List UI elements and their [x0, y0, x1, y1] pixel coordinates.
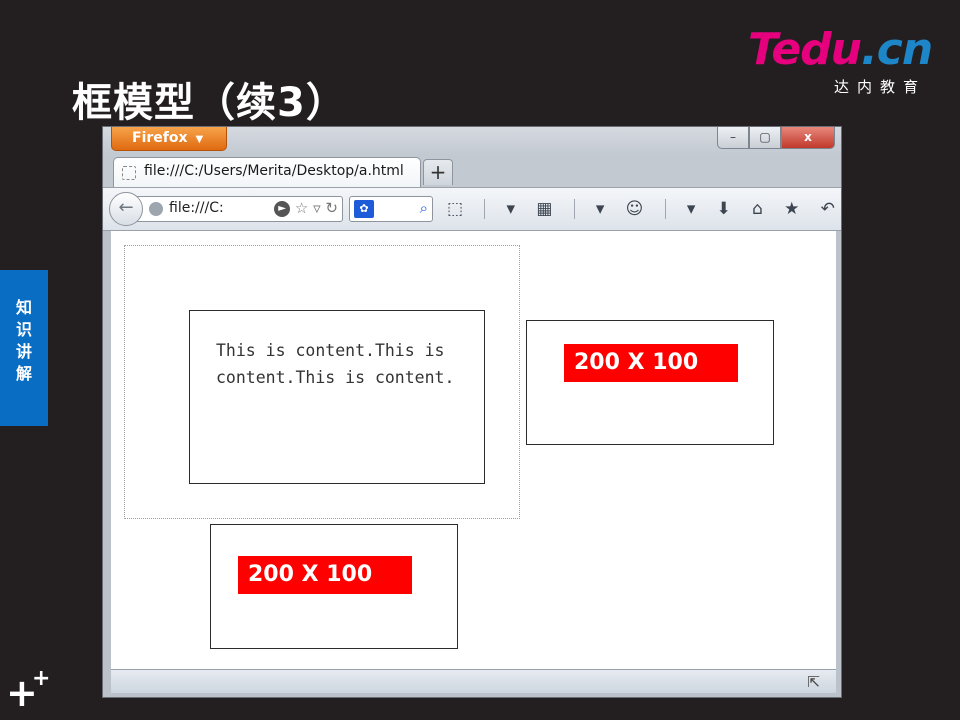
- navigation-toolbar: file:///C: ► ☆ ▿ ↻ ← ✿ ⌕ ⬚ ▾ ▦ ▾ ☺ ▾ ⬇ ⌂…: [103, 187, 841, 231]
- dropdown-arrow-icon[interactable]: ▿: [313, 199, 321, 217]
- addons-icon[interactable]: ▦: [536, 199, 552, 219]
- browser-window: Firefox ▼ – ▢ x file:///C:/Users/Merita/D…: [102, 126, 842, 698]
- separator: [664, 199, 666, 219]
- chevron-down-icon: ▼: [195, 134, 204, 145]
- side-tab-char: 讲: [15, 342, 32, 361]
- share-icon[interactable]: ⇱: [807, 673, 820, 691]
- baidu-paw-icon[interactable]: ✿: [354, 200, 374, 218]
- tab-title: file:///C:/Users/Merita/Desktop/a.html: [144, 163, 404, 179]
- dropdown-arrow-icon[interactable]: ▾: [507, 199, 516, 219]
- status-bar: ⇱: [111, 669, 836, 693]
- minimize-button[interactable]: –: [717, 127, 749, 149]
- star-icon[interactable]: ☆: [295, 199, 308, 217]
- back-button[interactable]: ←: [109, 192, 143, 226]
- search-icon[interactable]: ⌕: [420, 199, 428, 217]
- undo-icon[interactable]: ↶: [821, 199, 835, 219]
- side-tab-char: 识: [15, 320, 32, 339]
- sized-box-bottom: 200 X 100: [210, 524, 458, 649]
- dropdown-arrow-icon[interactable]: ▾: [596, 199, 605, 219]
- firefox-menu-label: Firefox: [132, 130, 188, 146]
- screenshot-icon[interactable]: ⬚: [447, 199, 463, 219]
- logo-brand: Tedu: [748, 24, 862, 75]
- content-box: This is content.This is content.This is …: [189, 310, 485, 484]
- url-bar[interactable]: file:///C: ► ☆ ▿ ↻: [137, 196, 343, 222]
- dropdown-arrow-icon[interactable]: ▾: [687, 199, 696, 219]
- sized-box-right: 200 X 100: [526, 320, 774, 445]
- size-label: 200 X 100: [238, 556, 412, 594]
- slide-title: 框模型（续3）: [72, 80, 347, 126]
- page-favicon-icon: [122, 166, 136, 180]
- toolbar-icons: ⬚ ▾ ▦ ▾ ☺ ▾ ⬇ ⌂ ★ ↶: [447, 196, 835, 222]
- firefox-menu-button[interactable]: Firefox ▼: [111, 127, 227, 151]
- separator: [484, 199, 486, 219]
- separator: [573, 199, 575, 219]
- tab-current[interactable]: file:///C:/Users/Merita/Desktop/a.html: [113, 157, 421, 187]
- go-icon[interactable]: ►: [274, 200, 291, 217]
- plus-small: +: [32, 666, 51, 691]
- globe-icon: [149, 202, 163, 216]
- bookmarks-icon[interactable]: ★: [784, 199, 799, 219]
- tab-strip: file:///C:/Users/Merita/Desktop/a.html +: [103, 155, 841, 187]
- window-controls: – ▢ x: [717, 127, 835, 149]
- download-icon[interactable]: ⬇: [717, 199, 731, 219]
- logo-subtitle: 达内教育: [833, 78, 926, 96]
- url-bar-icons: ► ☆ ▿ ↻: [274, 199, 338, 217]
- close-button[interactable]: x: [781, 127, 835, 149]
- maximize-button[interactable]: ▢: [749, 127, 781, 149]
- tedu-logo: Tedu.cn 达内教育: [748, 28, 938, 98]
- reload-icon[interactable]: ↻: [325, 199, 338, 217]
- side-tab: 知 识 讲 解: [0, 270, 48, 426]
- side-tab-char: 解: [15, 364, 32, 383]
- back-arrow-icon: ←: [118, 197, 134, 218]
- page-viewport: This is content.This is content.This is …: [111, 231, 836, 669]
- logo-domain: .cn: [861, 24, 933, 75]
- margin-outline: This is content.This is content.This is …: [124, 245, 520, 519]
- url-text: file:///C:: [169, 200, 224, 216]
- title-bar: Firefox ▼ – ▢ x: [103, 127, 841, 155]
- size-label: 200 X 100: [564, 344, 738, 382]
- side-tab-char: 知: [15, 298, 32, 317]
- new-tab-button[interactable]: +: [423, 159, 453, 185]
- smiley-icon[interactable]: ☺: [626, 199, 644, 219]
- home-icon[interactable]: ⌂: [752, 199, 763, 219]
- search-bar[interactable]: ✿ ⌕: [349, 196, 433, 222]
